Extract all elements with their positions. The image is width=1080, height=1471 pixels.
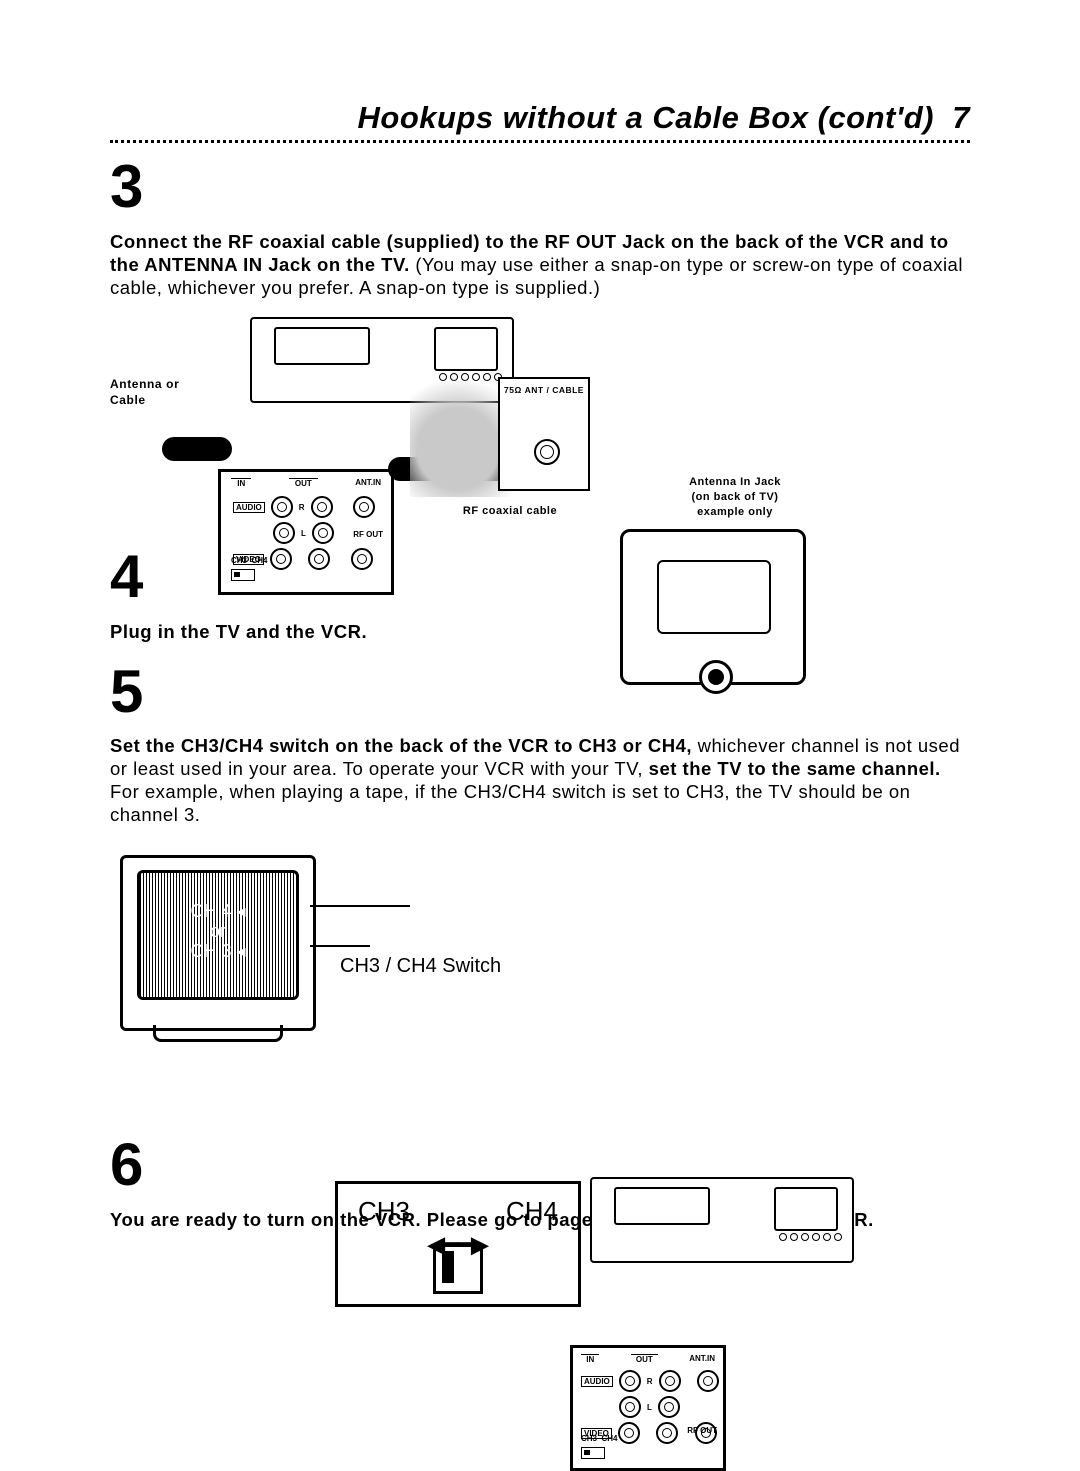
label-rf-out: RF OUT (353, 530, 383, 539)
jack-icon (270, 548, 292, 570)
coax-wallplate: 75Ω ANT / CABLE (498, 377, 590, 491)
caption-on-back: (on back of TV) (692, 491, 779, 503)
coax-cable-left (162, 437, 232, 461)
label-r: R (299, 503, 305, 512)
jack-icon (311, 496, 333, 518)
label-ant-in: ANT.IN (355, 478, 381, 488)
jack-icon (656, 1422, 678, 1444)
jack-icon (697, 1370, 719, 1392)
dotted-rule (110, 140, 970, 143)
label-ch4-2: CH4 (601, 1434, 617, 1443)
label-audio-2: AUDIO (581, 1376, 613, 1387)
jack-icon (271, 496, 293, 518)
caption-rf-cable: RF coaxial cable (440, 505, 580, 517)
label-ch4: CH4 (251, 556, 267, 565)
tv-screen-ch3: CH 3 (190, 941, 231, 961)
tv-screen-or: or (210, 921, 226, 941)
label-ch3: CH3 (231, 556, 247, 565)
label-out: OUT (295, 479, 312, 488)
jack-icon (273, 522, 295, 544)
page-title: Hookups without a Cable Box (cont'd) (358, 100, 934, 135)
switch-icon (231, 569, 255, 581)
jack-icon (618, 1422, 640, 1444)
label-ch3ch4-switch: CH3 / CH4 Switch (340, 955, 501, 978)
label-out-2: OUT (636, 1355, 653, 1364)
page-number: 7 (952, 100, 970, 135)
step-5-bold-b: set the TV to the same channel. (649, 758, 941, 779)
caption-example-only: example only (697, 506, 773, 518)
step-4-text: Plug in the TV and the VCR. (110, 620, 970, 643)
switch-knob-icon (433, 1244, 483, 1294)
step-3-text: Connect the RF coaxial cable (supplied) … (110, 230, 970, 299)
jack-icon (353, 496, 375, 518)
ch3-ch4-switch-diagram: CH3 CH4 ◀━━▶ (335, 1181, 581, 1307)
jack-icon (619, 1370, 641, 1392)
label-in: IN (237, 479, 245, 488)
label-75ohm: 75Ω ANT / CABLE (500, 385, 588, 395)
figure-ch3-ch4: CH 4 ◂ or CH 3 ◂ CH3 / CH4 Switch CH3 CH… (110, 845, 970, 1125)
jack-icon (308, 548, 330, 570)
switch-icon (581, 1447, 605, 1459)
step-5-bold-a: Set the CH3/CH4 switch on the back of th… (110, 735, 692, 756)
label-ant-in-2: ANT.IN (689, 1354, 715, 1364)
caption-ant-in-jack: Antenna In Jack (689, 476, 781, 488)
jack-icon (351, 548, 373, 570)
jack-icon (658, 1396, 680, 1418)
jack-icon (619, 1396, 641, 1418)
tv-rear-illustration (620, 529, 806, 685)
label-l: L (301, 529, 306, 538)
label-r-2: R (647, 1377, 653, 1386)
leader-line (310, 905, 410, 907)
label-antenna-or-cable: Antenna or Cable (110, 377, 182, 408)
figure-rf-hookup: Antenna or Cable IN OUT ANT.IN AUDIO R (110, 317, 970, 537)
tv-screen-ch4: CH 4 (190, 901, 231, 921)
step-5-number: 5 (110, 662, 970, 722)
step-3-number: 3 (110, 157, 970, 217)
label-audio: AUDIO (233, 502, 265, 513)
jack-icon (659, 1370, 681, 1392)
step-5-text: Set the CH3/CH4 switch on the back of th… (110, 734, 970, 827)
label-l-2: L (647, 1403, 652, 1412)
tv-front-illustration: CH 4 ◂ or CH 3 ◂ (120, 855, 316, 1031)
leader-line (310, 945, 370, 947)
bigswitch-ch4: CH4 (506, 1196, 558, 1227)
page-header: Hookups without a Cable Box (cont'd) 7 (110, 100, 970, 136)
step-5-rest: For example, when playing a tape, if the… (110, 781, 910, 825)
label-rf-out-2: RF OUT (687, 1426, 717, 1435)
vcr-jack-panel-2: IN OUT ANT.IN AUDIO R L (570, 1345, 726, 1471)
coax-port-icon (534, 439, 560, 465)
label-ch3-2: CH3 (581, 1434, 597, 1443)
manual-page: Hookups without a Cable Box (cont'd) 7 3… (0, 0, 1080, 1397)
bigswitch-ch3: CH3 (358, 1196, 410, 1227)
jack-icon (312, 522, 334, 544)
vcr-rear-illustration-2 (590, 1177, 854, 1263)
label-in-2: IN (586, 1355, 594, 1364)
vcr-jack-panel: IN OUT ANT.IN AUDIO R L (218, 469, 394, 595)
step-4-bold: Plug in the TV and the VCR. (110, 621, 367, 642)
